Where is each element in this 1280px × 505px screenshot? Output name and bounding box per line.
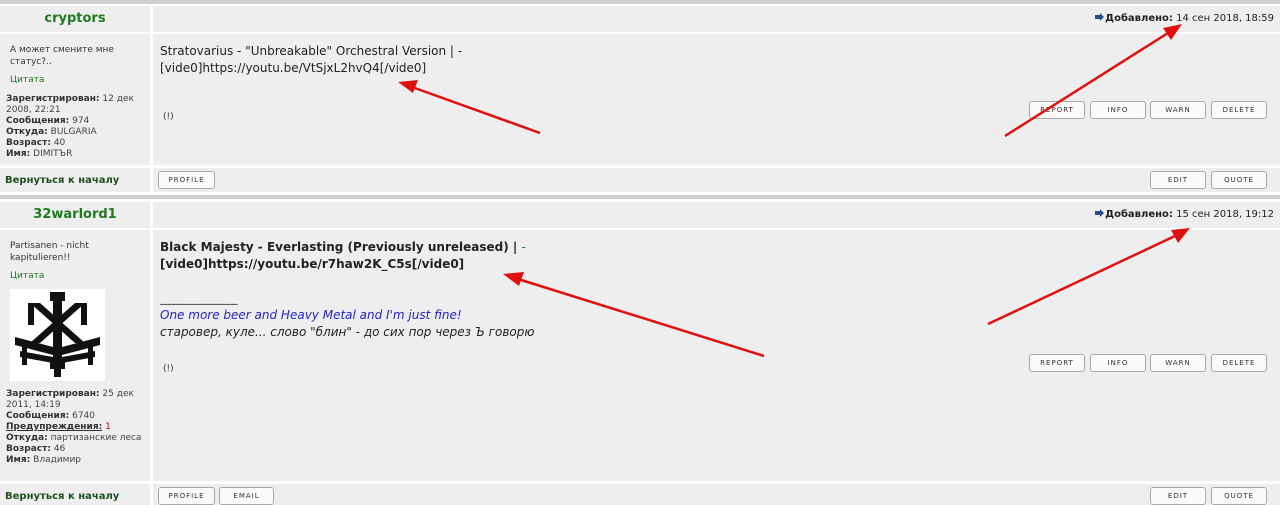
post-date: Добавлено: 14 сен 2018, 18:59 (1095, 13, 1274, 24)
name-label: Имя: (6, 149, 31, 159)
post-excl-marker[interactable]: (!) (163, 364, 174, 374)
post-author-name[interactable]: cryptors (0, 6, 150, 32)
name-value: Владимир (33, 455, 82, 465)
user-quote-link[interactable]: Цитата (10, 271, 44, 281)
post-content: Black Majesty - Everlasting (Previously … (153, 230, 1280, 481)
warnings-value: 1 (105, 422, 111, 432)
post-message-title: Stratovarius - "Unbreakable" Orchestral … (160, 44, 463, 58)
post-date-bar: Добавлено: 14 сен 2018, 18:59 (153, 6, 1280, 32)
back-cell: Вернуться к началу (0, 484, 150, 505)
post-footer: PROFILE EDIT QUOTE (153, 168, 1280, 192)
post-content: Stratovarius - "Unbreakable" Orchestral … (153, 34, 1280, 165)
back-cell: Вернуться к началу (0, 168, 150, 192)
edit-button[interactable]: EDIT (1150, 487, 1206, 505)
email-button[interactable]: EMAIL (219, 487, 274, 505)
post-separator (0, 195, 1280, 199)
from-label: Откуда: (6, 127, 48, 137)
age-value: 46 (53, 444, 66, 454)
warnings-label[interactable]: Предупреждения: (6, 422, 102, 432)
profile-button[interactable]: PROFILE (158, 487, 215, 505)
post-date-bar: Добавлено: 15 сен 2018, 19:12 (153, 202, 1280, 228)
post-author-name[interactable]: 32warlord1 (0, 202, 150, 228)
age-value: 40 (53, 138, 66, 148)
post-message-title-text: Black Majesty - Everlasting (Previously … (160, 240, 518, 254)
user-avatar[interactable] (10, 289, 105, 381)
warn-button[interactable]: WARN (1150, 101, 1206, 119)
registered-label: Зарегистрирован: (6, 389, 100, 399)
report-button[interactable]: REPORT (1029, 101, 1085, 119)
user-status-text: Partisanen - nicht kapitulieren!! (10, 241, 89, 263)
from-value: BULGARIA (50, 127, 97, 137)
post-date-label: Добавлено: (1105, 209, 1173, 220)
post-date-value: 14 сен 2018, 18:59 (1176, 13, 1274, 24)
post-message-dash: - (521, 240, 526, 254)
user-profile-info: Зарегистрирован: 25 дек 2011, 14:19 Сооб… (6, 389, 148, 466)
registered-label: Зарегистрирован: (6, 94, 100, 104)
post-author-sidebar: А может смените мне статус?.. Цитата Зар… (0, 34, 150, 165)
post-footer: PROFILE EMAIL EDIT QUOTE (153, 484, 1280, 505)
profile-button[interactable]: PROFILE (158, 171, 215, 189)
warn-button[interactable]: WARN (1150, 354, 1206, 372)
post-arrow-icon[interactable] (1095, 13, 1105, 21)
age-label: Возраст: (6, 138, 51, 148)
post-excl-marker[interactable]: (!) (163, 112, 174, 122)
user-quote-link[interactable]: Цитата (10, 75, 44, 85)
post-date: Добавлено: 15 сен 2018, 19:12 (1095, 209, 1274, 220)
age-label: Возраст: (6, 444, 51, 454)
back-to-top-link[interactable]: Вернуться к началу (5, 491, 119, 502)
top-border (0, 0, 1280, 4)
signature-line-2: старовер, куле... слово "блин" - до сих … (160, 325, 535, 339)
post-message-link[interactable]: [vide0]https://youtu.be/r7haw2K_C5s[/vid… (160, 256, 464, 273)
signature-divider: _________________ (160, 292, 237, 305)
user-status-text: А может смените мне статус?.. (10, 45, 114, 67)
delete-button[interactable]: DELETE (1211, 101, 1267, 119)
edit-button[interactable]: EDIT (1150, 171, 1206, 189)
post-arrow-icon[interactable] (1095, 209, 1105, 217)
signature-line-1: One more beer and Heavy Metal and I'm ju… (160, 308, 462, 322)
name-value: DIMITЪR (33, 149, 73, 159)
info-button[interactable]: INFO (1090, 101, 1146, 119)
messages-label: Сообщения: (6, 116, 70, 126)
quote-button[interactable]: QUOTE (1211, 171, 1267, 189)
name-label: Имя: (6, 455, 31, 465)
back-to-top-link[interactable]: Вернуться к началу (5, 175, 119, 186)
info-button[interactable]: INFO (1090, 354, 1146, 372)
post-date-label: Добавлено: (1105, 13, 1173, 24)
messages-value: 6740 (72, 411, 95, 421)
post-message-link[interactable]: [vide0]https://youtu.be/VtSjxL2hvQ4[/vid… (160, 60, 426, 77)
post-message-title: Black Majesty - Everlasting (Previously … (160, 239, 526, 256)
messages-value: 974 (72, 116, 90, 126)
delete-button[interactable]: DELETE (1211, 354, 1267, 372)
post-date-value: 15 сен 2018, 19:12 (1176, 209, 1274, 220)
from-label: Откуда: (6, 433, 48, 443)
hammer-emblem-icon (10, 289, 105, 381)
user-profile-info: Зарегистрирован: 12 дек 2008, 22:21 Сооб… (6, 94, 148, 160)
post-author-sidebar: Partisanen - nicht kapitulieren!! Цитата (0, 230, 150, 481)
from-value: партизанские леса (50, 433, 142, 443)
report-button[interactable]: REPORT (1029, 354, 1085, 372)
quote-button[interactable]: QUOTE (1211, 487, 1267, 505)
messages-label: Сообщения: (6, 411, 70, 421)
